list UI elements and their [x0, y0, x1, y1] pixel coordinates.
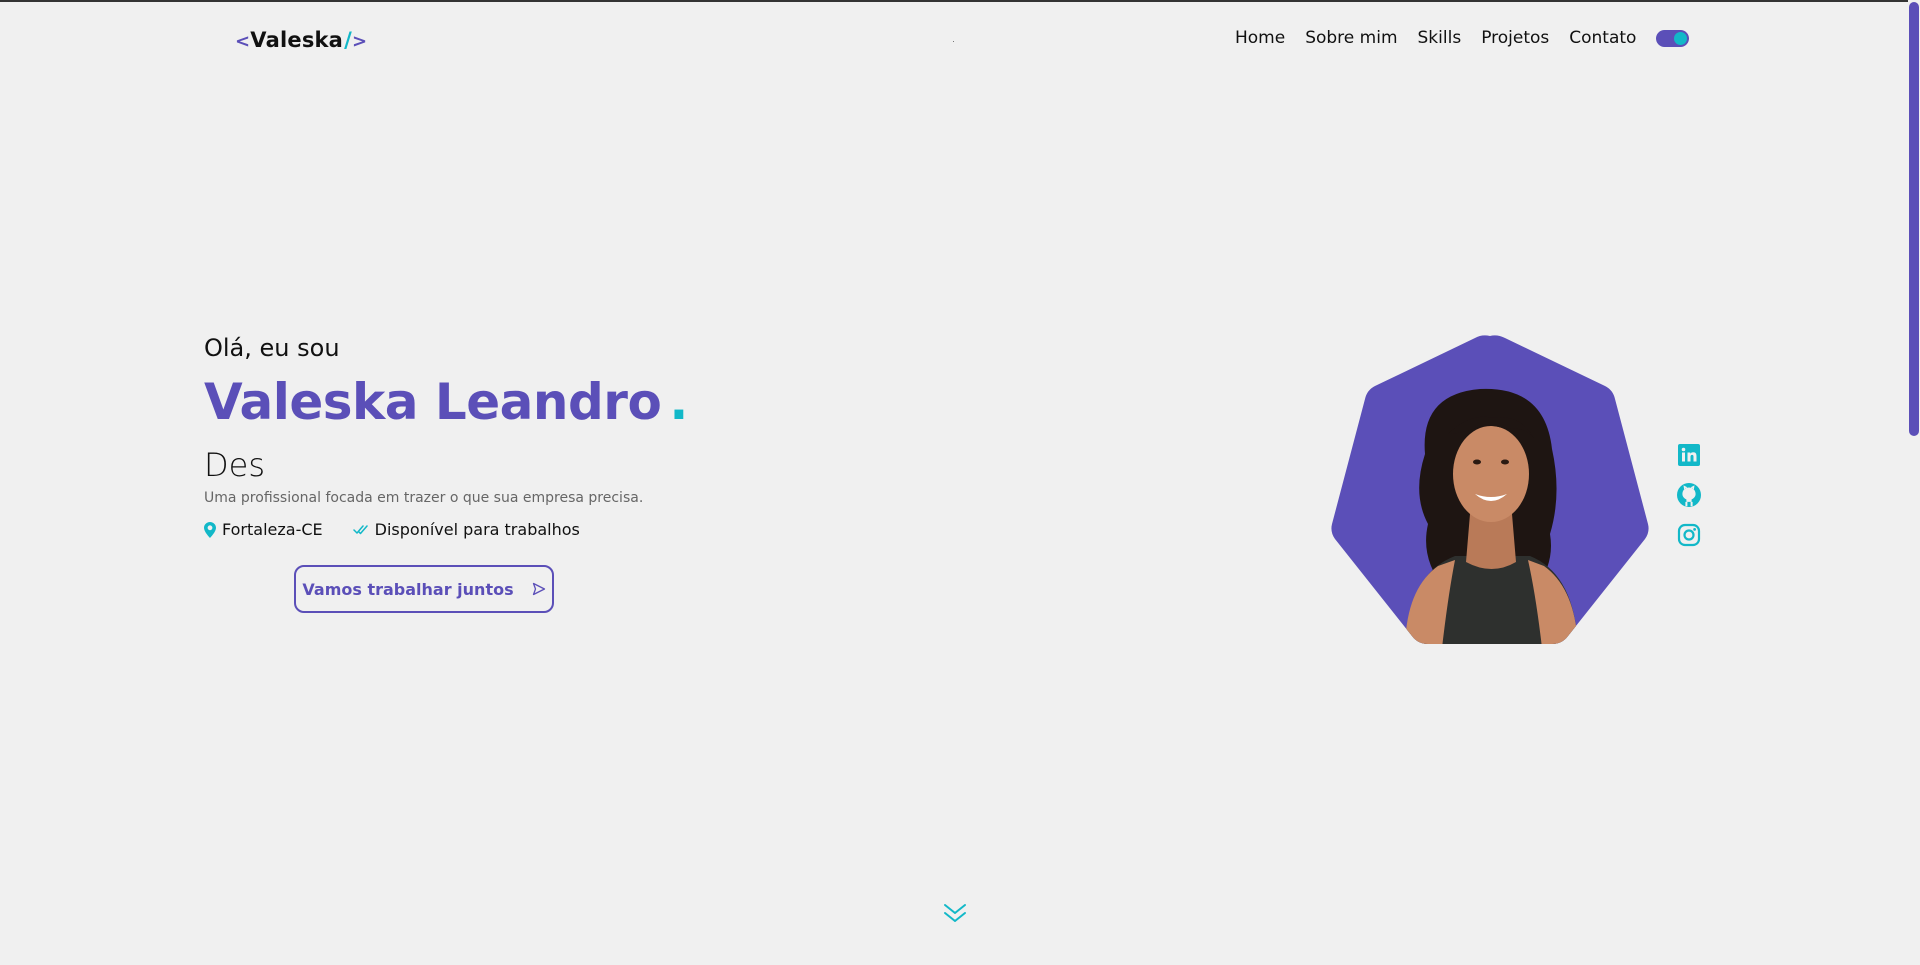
nav-contato[interactable]: Contato: [1569, 28, 1636, 48]
nav-skills[interactable]: Skills: [1418, 28, 1462, 48]
location-info: Fortaleza-CE: [204, 520, 323, 539]
nav-projetos[interactable]: Projetos: [1481, 28, 1549, 48]
profile-photo: [1330, 334, 1650, 648]
scrollbar-thumb[interactable]: [1909, 2, 1919, 436]
location-text: Fortaleza-CE: [222, 520, 323, 539]
cta-label: Vamos trabalhar juntos: [302, 579, 514, 599]
hero-name-text: Valeska Leandro: [204, 373, 662, 431]
map-pin-icon: [204, 521, 216, 538]
availability-info: Disponível para trabalhos: [352, 520, 580, 539]
hero-greeting: Olá, eu sou: [204, 334, 340, 362]
github-icon[interactable]: [1676, 482, 1702, 508]
hero-role-typed: Des: [204, 446, 265, 484]
availability-text: Disponível para trabalhos: [374, 520, 580, 539]
logo-open-bracket: <: [235, 31, 251, 52]
chevrons-down-icon[interactable]: [942, 902, 968, 924]
send-icon: [532, 582, 545, 596]
work-together-button[interactable]: Vamos trabalhar juntos: [294, 565, 554, 613]
toggle-knob: [1674, 31, 1688, 45]
loader-dot: [953, 41, 954, 42]
social-links: [1676, 442, 1702, 562]
logo-close-bracket: >: [351, 31, 368, 52]
logo[interactable]: < Valeska / >: [235, 28, 367, 52]
instagram-icon[interactable]: [1676, 522, 1702, 548]
hero-meta: Fortaleza-CE Disponível para trabalhos: [204, 520, 610, 539]
hero-name-dot: .: [669, 373, 688, 431]
main-nav: Home Sobre mim Skills Projetos Contato: [1235, 28, 1690, 48]
site-header: < Valeska / > Home Sobre mim Skills Proj…: [0, 2, 1900, 78]
hero-tagline: Uma profissional focada em trazer o que …: [204, 490, 644, 506]
logo-slash: /: [344, 28, 352, 52]
page-scrollbar[interactable]: [1908, 0, 1920, 965]
linkedin-icon[interactable]: [1676, 442, 1702, 468]
theme-toggle[interactable]: [1656, 29, 1690, 47]
nav-home[interactable]: Home: [1235, 28, 1285, 48]
double-check-icon: [352, 524, 368, 534]
logo-name: Valeska: [250, 28, 344, 52]
hero-name: Valeska Leandro.: [204, 373, 688, 431]
nav-sobre-mim[interactable]: Sobre mim: [1305, 28, 1397, 48]
